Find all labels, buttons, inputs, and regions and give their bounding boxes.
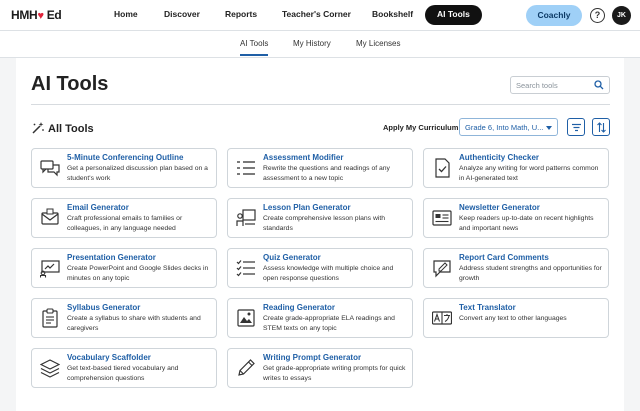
section-title: All Tools — [31, 121, 94, 135]
tool-title: Report Card Comments — [459, 253, 549, 262]
apply-curriculum-label: Apply My Curriculum — [383, 123, 459, 132]
curriculum-value: Grade 6, Into Math, U... — [465, 123, 544, 132]
tool-description: Craft professional emails to families or… — [67, 215, 183, 232]
nav-discover[interactable]: Discover — [164, 9, 200, 19]
nav-reports[interactable]: Reports — [225, 9, 257, 19]
layers-icon — [40, 359, 60, 378]
tool-title: Text Translator — [459, 303, 516, 312]
tool-card-assessment-modifier[interactable]: Assessment Modifier Rewrite the question… — [227, 148, 413, 188]
hmh-ed-logo[interactable]: HMH♥ Ed — [11, 8, 62, 22]
tool-description: Get text-based tiered vocabulary and com… — [67, 365, 179, 382]
tool-title: Email Generator — [67, 203, 129, 212]
coachly-button[interactable]: Coachly — [526, 5, 582, 26]
tool-title: Syllabus Generator — [67, 303, 141, 312]
tool-description: Rewrite the questions and readings of an… — [263, 165, 390, 182]
envelope-icon — [41, 208, 59, 225]
translate-icon — [432, 311, 452, 325]
comment-edit-icon — [433, 260, 451, 278]
filter-button[interactable] — [567, 118, 585, 136]
tool-card-presentation-generator[interactable]: Presentation Generator Create PowerPoint… — [31, 248, 217, 288]
pencil-icon — [238, 359, 255, 376]
title-divider — [31, 104, 610, 105]
tool-card-lesson-plan-generator[interactable]: Lesson Plan Generator Create comprehensi… — [227, 198, 413, 238]
tool-description: Get a personalized discussion plan based… — [67, 165, 208, 182]
top-nav: HMH♥ Ed Home Discover Reports Teacher's … — [0, 0, 640, 31]
tool-title: Newsletter Generator — [459, 203, 540, 212]
tool-card-report-card-comments[interactable]: Report Card Comments Address student str… — [423, 248, 609, 288]
main-panel: AI Tools Search tools All Tools Apply My… — [16, 58, 624, 411]
tool-description: Create comprehensive lesson plans with s… — [263, 215, 386, 232]
tool-card-newsletter-generator[interactable]: Newsletter Generator Keep readers up-to-… — [423, 198, 609, 238]
tool-card-conferencing[interactable]: 5-Minute Conferencing Outline Get a pers… — [31, 148, 217, 188]
tool-title: Vocabulary Scaffolder — [67, 353, 151, 362]
tool-title: Reading Generator — [263, 303, 336, 312]
list-edit-icon — [237, 161, 255, 175]
tool-title: 5-Minute Conferencing Outline — [67, 153, 184, 162]
nav-ai-tools[interactable]: AI Tools — [425, 5, 482, 25]
search-input[interactable]: Search tools — [510, 76, 610, 94]
tool-description: Analyze any writing for word patterns co… — [459, 165, 599, 182]
tool-title: Authenticity Checker — [459, 153, 540, 162]
tool-card-text-translator[interactable]: Text Translator Convert any text to othe… — [423, 298, 609, 338]
heart-icon: ♥ — [37, 10, 44, 22]
sort-icon — [597, 122, 606, 133]
document-check-icon — [435, 158, 450, 178]
image-text-icon — [237, 309, 255, 327]
tool-card-email-generator[interactable]: Email Generator Craft professional email… — [31, 198, 217, 238]
chat-bubbles-icon — [40, 160, 60, 177]
tool-card-authenticity-checker[interactable]: Authenticity Checker Analyze any writing… — [423, 148, 609, 188]
tool-title: Presentation Generator — [67, 253, 156, 262]
tool-description: Create PowerPoint and Google Slides deck… — [67, 265, 209, 282]
search-placeholder: Search tools — [516, 81, 558, 90]
teacher-board-icon — [236, 209, 256, 226]
tool-description: Keep readers up-to-date on recent highli… — [459, 215, 594, 232]
tool-description: Address student strengths and opportunit… — [459, 265, 602, 282]
tool-title: Quiz Generator — [263, 253, 321, 262]
tool-title: Lesson Plan Generator — [263, 203, 351, 212]
checklist-icon — [236, 260, 255, 277]
tool-title: Assessment Modifier — [263, 153, 344, 162]
tool-card-syllabus-generator[interactable]: Syllabus Generator Create a syllabus to … — [31, 298, 217, 338]
tool-description: Convert any text to other languages — [459, 315, 567, 322]
page-title: AI Tools — [31, 73, 109, 95]
search-icon[interactable] — [594, 80, 604, 90]
tool-title: Writing Prompt Generator — [263, 353, 362, 362]
clipboard-icon — [42, 308, 58, 328]
sub-nav: AI Tools My History My Licenses — [0, 31, 640, 58]
tool-description: Create grade-appropriate ELA readings an… — [263, 315, 395, 332]
tool-card-vocabulary-scaffolder[interactable]: Vocabulary Scaffolder Get text-based tie… — [31, 348, 217, 388]
curriculum-select[interactable]: Grade 6, Into Math, U... — [459, 118, 558, 136]
magic-wand-icon — [32, 122, 44, 134]
tab-my-licenses[interactable]: My Licenses — [356, 39, 400, 48]
presentation-icon — [40, 260, 60, 278]
nav-home[interactable]: Home — [114, 9, 138, 19]
chevron-down-icon — [546, 126, 552, 130]
nav-teachers-corner[interactable]: Teacher's Corner — [282, 9, 351, 19]
sort-button[interactable] — [592, 118, 610, 136]
newspaper-icon — [432, 210, 452, 226]
tab-ai-tools[interactable]: AI Tools — [240, 39, 269, 56]
tool-description: Assess knowledge with multiple choice an… — [263, 265, 394, 282]
help-icon[interactable]: ? — [590, 8, 605, 23]
tab-my-history[interactable]: My History — [293, 39, 331, 48]
tool-card-reading-generator[interactable]: Reading Generator Create grade-appropria… — [227, 298, 413, 338]
avatar[interactable]: JK — [612, 6, 631, 25]
nav-bookshelf[interactable]: Bookshelf — [372, 9, 413, 19]
tool-card-quiz-generator[interactable]: Quiz Generator Assess knowledge with mul… — [227, 248, 413, 288]
filter-icon — [572, 123, 581, 132]
tool-description: Create a syllabus to share with students… — [67, 315, 201, 332]
tool-description: Get grade-appropriate writing prompts fo… — [263, 365, 406, 382]
tool-card-writing-prompt-generator[interactable]: Writing Prompt Generator Get grade-appro… — [227, 348, 413, 388]
